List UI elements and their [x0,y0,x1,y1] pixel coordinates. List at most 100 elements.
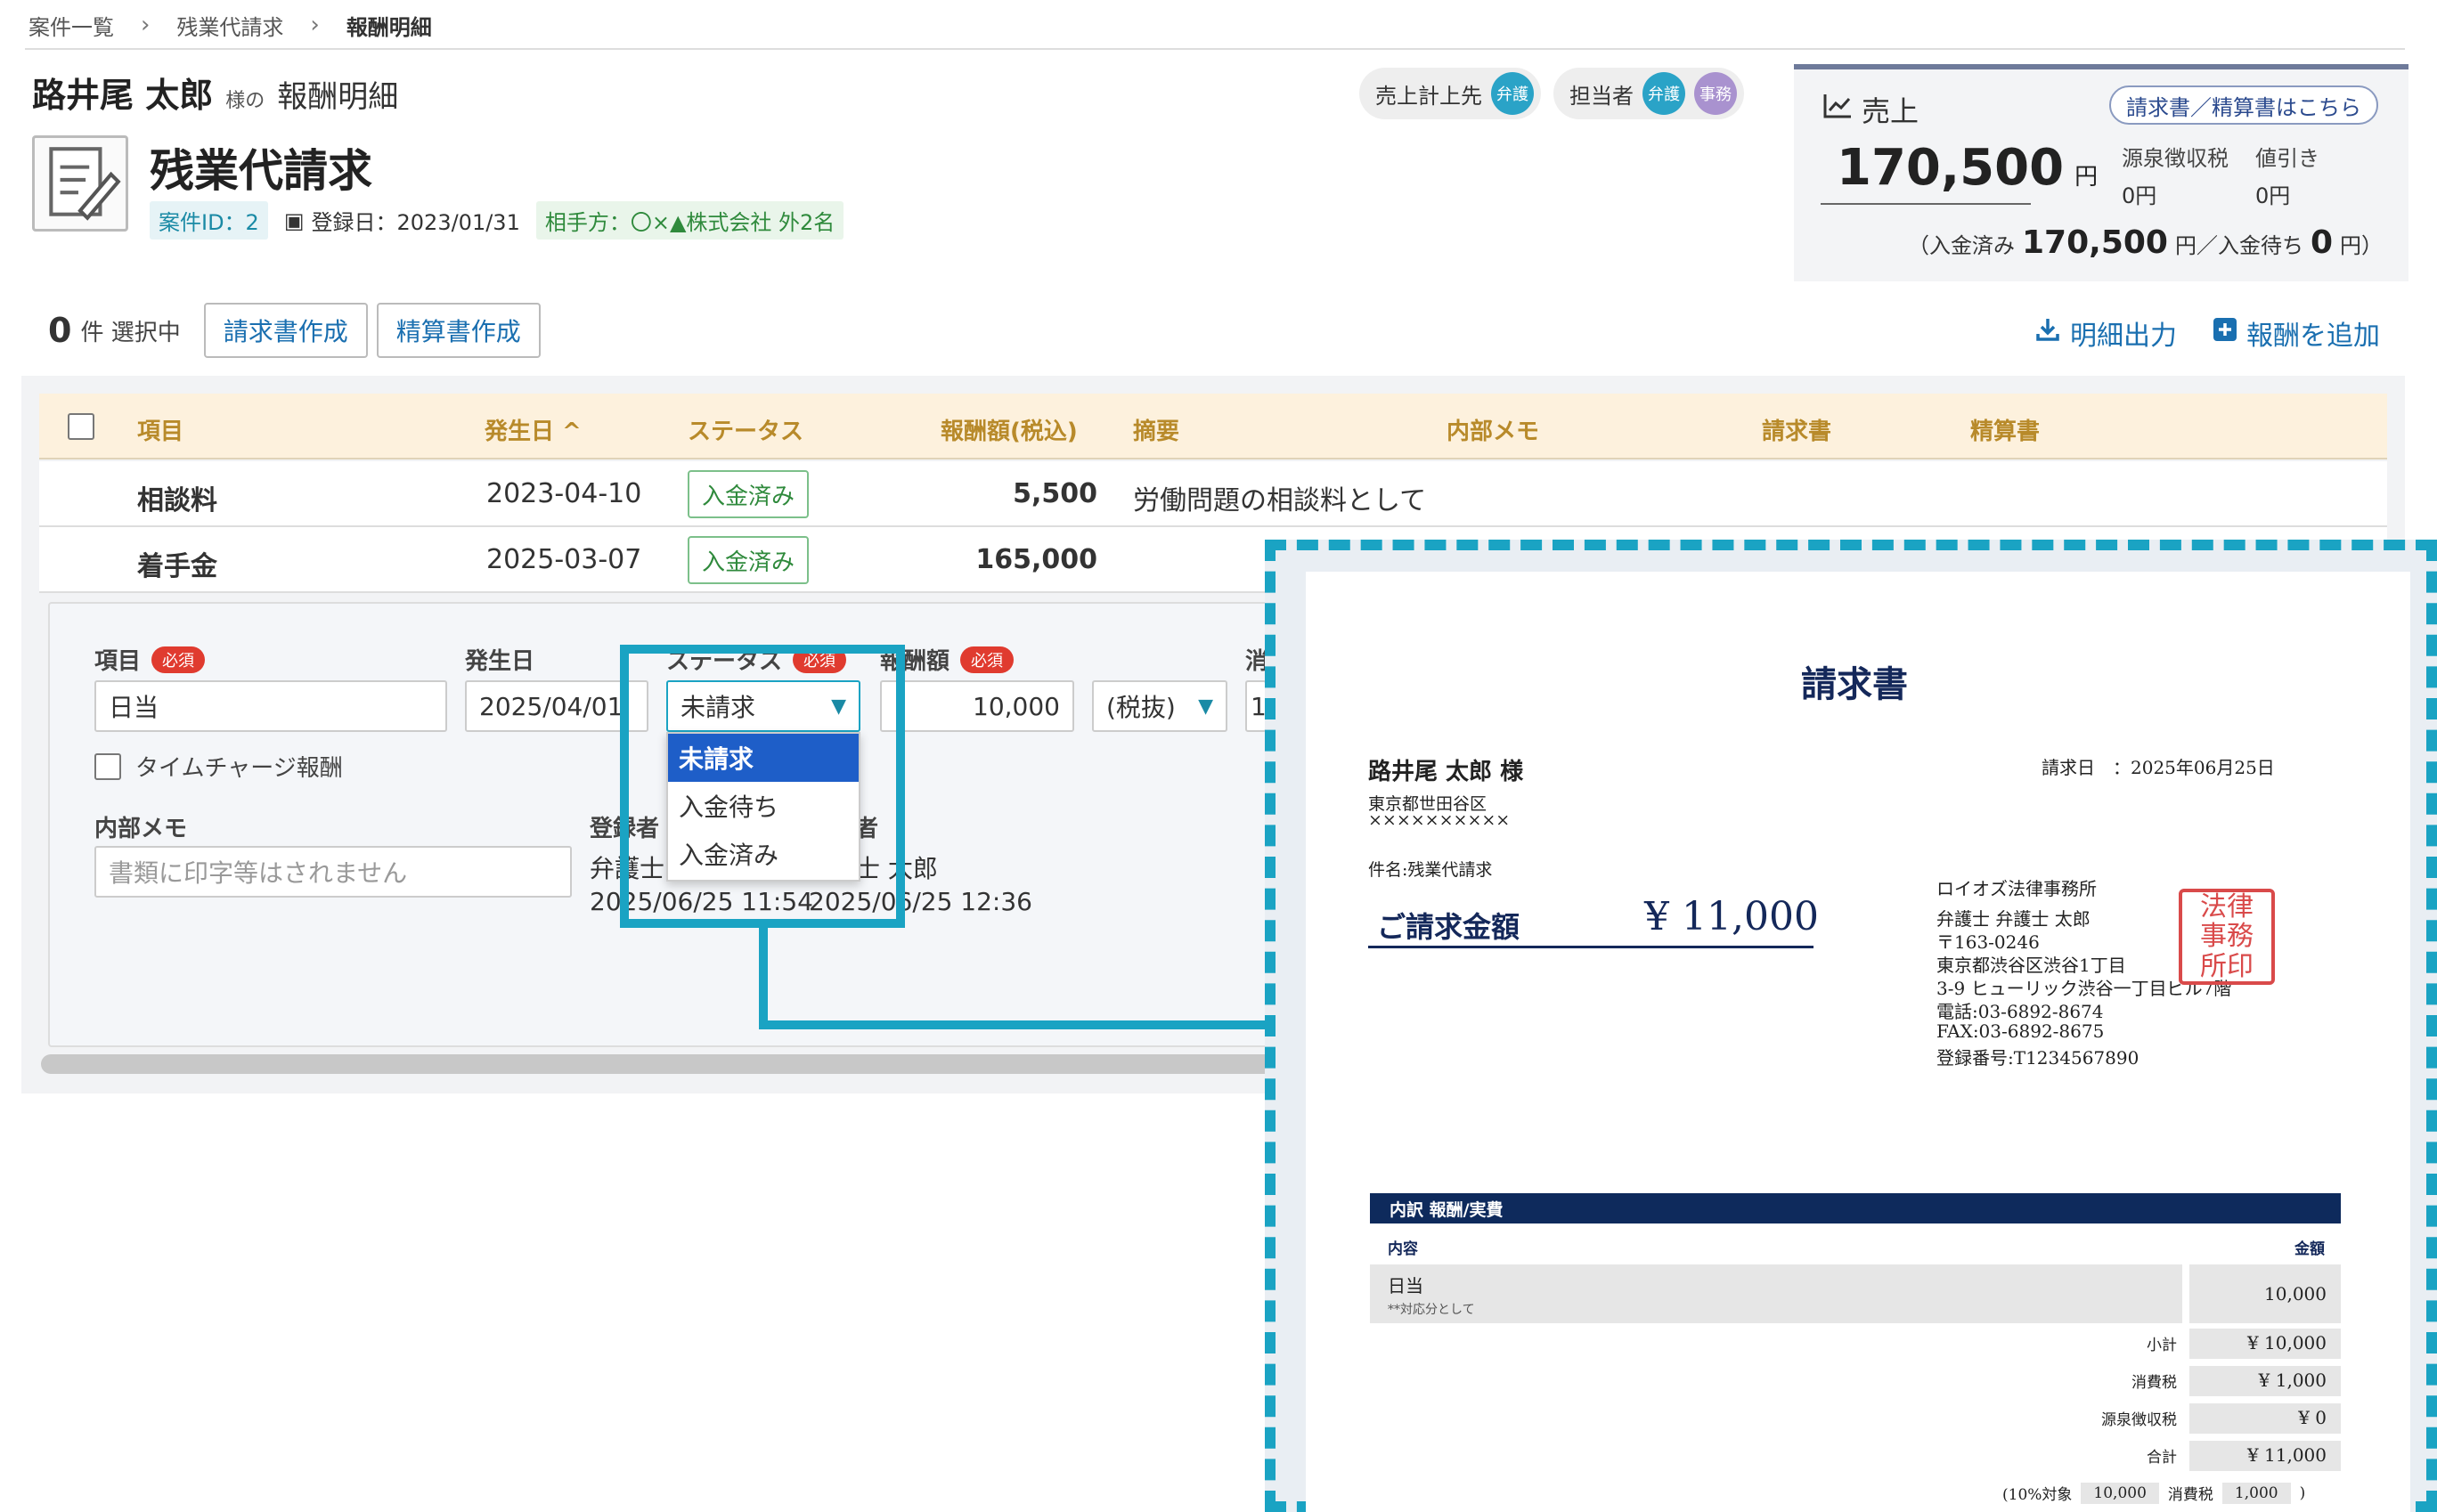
case-meta: 案件ID：2 ▣ 登録日：2023/01/31 相手方：〇×▲株式会社 外2名 [150,201,844,240]
sales-recorder-pill: 売上計上先 弁護 [1359,68,1541,119]
invoice-amount-label: ご請求金額 [1377,910,1520,944]
registered-date: ▣ 登録日：2023/01/31 [284,205,520,236]
status-badge: 入金済み [688,536,810,584]
item-input[interactable]: 日当 [94,680,447,732]
page-title: 報酬明細 [277,79,399,115]
sales-label-text: 売上 [1862,94,1919,128]
row-amount: 165,000 [975,544,1097,575]
line-note: **対応分として [1388,1303,1475,1317]
export-button[interactable]: 明細出力 [2034,313,2177,353]
firm-registration: 登録番号:T1234567890 [1936,1047,2140,1069]
invoice-client-address: ×××××××××× [1368,810,1511,830]
invoice-client: 路井尾 太郎 様 [1368,759,1524,785]
sales-amount: 170,500 円 [1837,139,2098,197]
breadcrumb-case[interactable]: 残業代請求 [176,10,283,41]
clerk-avatar: 事務 [1694,72,1737,115]
honorific: 様の [225,90,265,112]
timecharge-checkbox[interactable] [94,752,121,780]
tax-breakdown-close: ) [2299,1484,2306,1502]
breadcrumb-cases[interactable]: 案件一覧 [29,10,114,41]
subtotal-label: 小計 [2147,1337,2177,1354]
sales-amount-value: 170,500 [1837,139,2065,197]
export-label: 明細出力 [2070,321,2177,352]
select-all-checkbox[interactable] [68,413,94,440]
assignee-label: 担当者 [1569,83,1634,109]
client-name: 路井尾 太郎 [32,76,214,115]
amount-input[interactable]: 10,000 [880,680,1074,732]
withholding-label: 源泉徴収税 [2101,1411,2177,1429]
breadcrumb: 案件一覧 › 残業代請求 › 報酬明細 [29,7,432,43]
tax-value: ¥ 1,000 [2189,1366,2341,1396]
tax-select-value: (税抜) [1106,693,1176,722]
payment-summary: （入金済み 170,500 円／入金待ち 0 円） [1908,224,2383,261]
selected-label: 件 選択中 [80,319,181,346]
create-settlement-button[interactable]: 精算書作成 [376,303,541,358]
case-title: 残業代請求 [150,145,372,197]
tax-rate-input[interactable]: 1 [1245,680,1267,732]
chart-line-icon [1822,93,1853,126]
add-fee-button[interactable]: 報酬を追加 [2213,313,2380,353]
tax-base: 10,000 [2081,1482,2159,1504]
firm-zip: 〒163-0246 [1936,931,2040,953]
callout-connector [759,928,768,1028]
row-date: 2025-03-07 [486,544,642,575]
invoice-date: 請求日 ：2025年06月25日 [2042,757,2275,778]
total-value: ¥ 11,000 [2189,1441,2341,1471]
chevron-right-icon: › [310,12,320,38]
document-edit-icon [32,135,128,232]
withholding-label: 源泉徴収税 [2122,146,2229,171]
callout-connector [759,1020,1276,1029]
row-item: 着手金 [137,551,217,582]
memo-field-label: 内部メモ [94,816,188,842]
divider [1368,946,1813,948]
divider [25,48,2405,50]
firm-lawyer: 弁護士 弁護士 太郎 [1936,908,2091,930]
required-badge: 必須 [151,646,206,673]
firm-name: ロイオズ法律事務所 [1936,878,2097,899]
add-fee-label: 報酬を追加 [2246,321,2380,352]
column-status: ステータス [688,419,804,445]
paid-amount: 170,500 [2022,224,2168,261]
row-amount: 5,500 [1013,478,1097,509]
calendar-icon: ▣ [283,207,305,233]
timecharge-option[interactable]: タイムチャージ報酬 [94,750,343,783]
total-label: 合計 [2147,1449,2177,1467]
tax-breakdown: (10%対象 10,000 消費税 1,000 ) [2002,1482,2305,1504]
create-invoice-button[interactable]: 請求書作成 [203,303,368,358]
line-item-cell [1370,1264,2182,1323]
required-badge: 必須 [960,646,1015,673]
lawyer-avatar: 弁護 [1642,72,1685,115]
plus-square-icon [2213,317,2237,349]
column-amount: 金額 [2294,1240,2325,1258]
discount-label: 値引き [2255,146,2319,171]
invoice-title: 請求書 [1801,663,1908,705]
column-settlement: 精算書 [1970,419,2041,445]
case-id-badge: 案件ID：2 [150,201,268,240]
timecharge-label: タイムチャージ報酬 [135,755,343,782]
item-label-text: 項目 [94,648,142,675]
pending-amount: 0 [2310,224,2334,261]
line-amount: 10,000 [2189,1264,2341,1323]
status-badge: 入金済み [688,470,810,518]
registered-date-text: 登録日：2023/01/31 [311,210,520,235]
sales-recorder-label: 売上計上先 [1375,83,1482,109]
discount-value: 0円 [2255,183,2291,208]
chevron-right-icon: › [141,12,151,38]
tax-label: 消費税 [2167,1486,2213,1504]
invoice-link-button[interactable]: 請求書／精算書はこちら [2109,85,2378,125]
row-summary: 労働問題の相談料として [1133,485,1427,516]
item-field-label: 項目 必須 [94,643,206,676]
lawyer-avatar: 弁護 [1491,72,1534,115]
row-date: 2023-04-10 [486,478,642,509]
column-memo: 内部メモ [1447,419,1540,445]
breadcrumb-current: 報酬明細 [346,14,432,40]
column-content: 内容 [1388,1240,1418,1258]
tax-select[interactable]: (税抜) ▼ [1092,680,1227,732]
selection-toolbar: 0 件 選択中 請求書作成 精算書作成 [48,303,541,358]
yen-unit: 円 [2074,164,2099,191]
memo-input[interactable]: 書類に印字等はされません [94,846,572,898]
firm-tel: 電話:03-6892-8674 [1936,1001,2104,1022]
date-field-label: 発生日 [465,648,535,675]
row-item: 相談料 [137,485,217,516]
column-date-sort[interactable]: 発生日 ^ [485,413,582,446]
